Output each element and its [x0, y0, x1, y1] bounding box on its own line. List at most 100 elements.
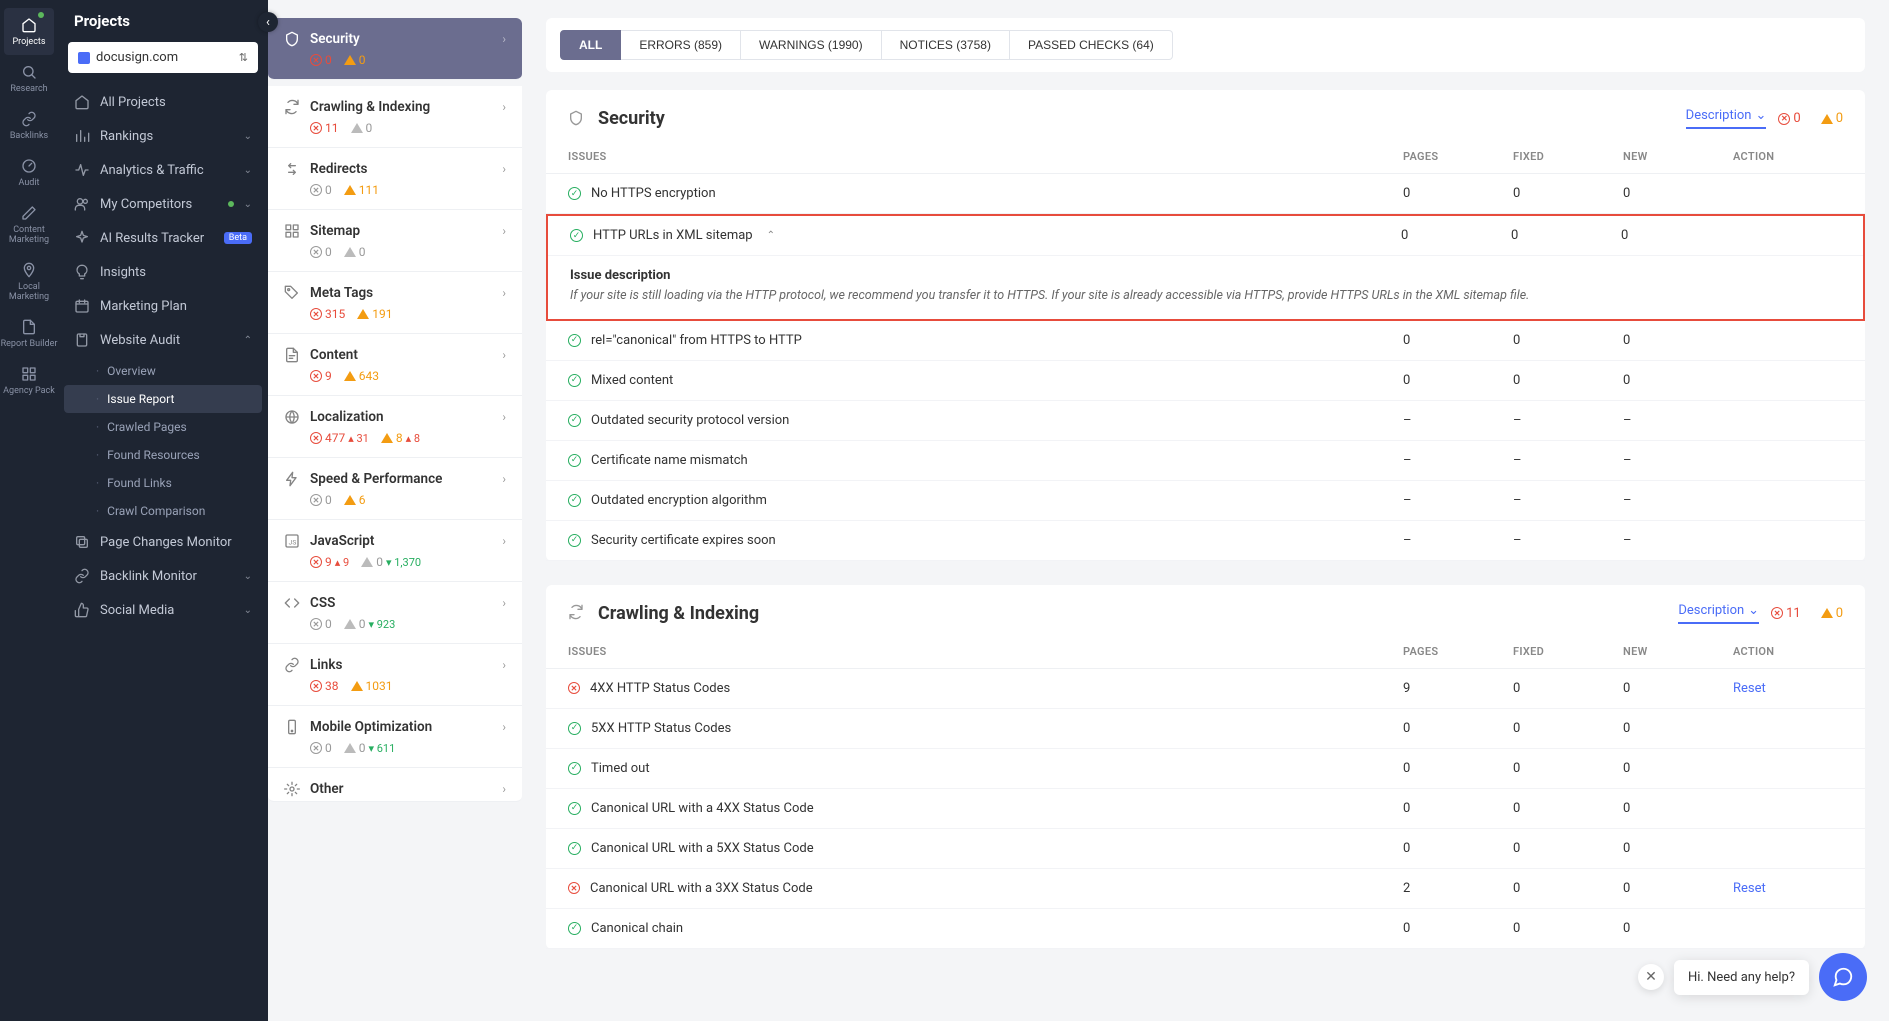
- issue-row[interactable]: ✓ Certificate name mismatch – – –: [546, 441, 1865, 481]
- issue-label: Canonical chain: [591, 921, 683, 936]
- warning-count: 8 ▴ 8: [381, 431, 420, 445]
- sidebar-collapse-button[interactable]: ‹: [258, 12, 278, 32]
- table-header: ISSUES PAGES FIXED NEW ACTION: [546, 635, 1865, 669]
- issue-row[interactable]: ✓ Timed out 0 0 0: [546, 749, 1865, 789]
- category-other[interactable]: Other ›: [268, 768, 522, 802]
- category-redirects[interactable]: Redirects › ✕0111: [268, 148, 522, 210]
- col-issues: ISSUES: [568, 645, 1403, 658]
- description-dropdown[interactable]: Description ⌄: [1686, 108, 1767, 129]
- nav-item-my-competitors[interactable]: My Competitors ⌄: [58, 187, 268, 221]
- issue-row[interactable]: ✓ Canonical URL with a 5XX Status Code 0…: [546, 829, 1865, 869]
- rail-item-content-marketing[interactable]: Content Marketing: [0, 196, 58, 253]
- issue-row[interactable]: ✓ No HTTPS encryption 0 0 0: [546, 174, 1865, 214]
- action-cell: Reset: [1733, 881, 1843, 896]
- warning-icon: [344, 495, 356, 505]
- category-javascript[interactable]: JS JavaScript › ✕9 ▴ 90 ▾ 1,370: [268, 520, 522, 582]
- link-icon: [284, 657, 300, 673]
- category-label: Other: [310, 781, 492, 797]
- category-content[interactable]: Content › ✕9643: [268, 334, 522, 396]
- category-sitemap[interactable]: Sitemap › ✕00: [268, 210, 522, 272]
- error-icon: ✕: [310, 122, 322, 134]
- category-crawling-indexing[interactable]: Crawling & Indexing › ✕110: [268, 86, 522, 148]
- issue-row[interactable]: ✕ 4XX HTTP Status Codes 9 0 0 Reset: [546, 669, 1865, 709]
- issue-row[interactable]: ✓ HTTP URLs in XML sitemap ⌃ 0 0 0: [548, 216, 1863, 256]
- reset-link[interactable]: Reset: [1733, 681, 1766, 696]
- nav-item-analytics-traffic[interactable]: Analytics & Traffic ⌄: [58, 153, 268, 187]
- project-selector[interactable]: docusign.com ⇅: [68, 42, 258, 73]
- subnav-found-resources[interactable]: Found Resources: [58, 441, 268, 469]
- chevron-right-icon: ›: [502, 534, 506, 548]
- nav-item-website-audit[interactable]: Website Audit ⌃: [58, 323, 268, 357]
- issue-row[interactable]: ✓ Security certificate expires soon – – …: [546, 521, 1865, 561]
- nav-item-backlink-monitor[interactable]: Backlink Monitor ⌄: [58, 559, 268, 593]
- chat-open-button[interactable]: [1819, 953, 1867, 1001]
- category-counts: ✕00: [268, 51, 522, 79]
- rail-item-audit[interactable]: Audit: [0, 149, 58, 196]
- issue-row[interactable]: ✓ Canonical chain 0 0 0: [546, 909, 1865, 949]
- rail-item-research[interactable]: Research: [0, 55, 58, 102]
- issue-label: Outdated encryption algorithm: [591, 493, 767, 508]
- check-icon: ✓: [568, 842, 581, 855]
- col-new: NEW: [1623, 645, 1733, 658]
- issue-row[interactable]: ✕ Canonical URL with a 3XX Status Code 2…: [546, 869, 1865, 909]
- issue-row[interactable]: ✓ Mixed content 0 0 0: [546, 361, 1865, 401]
- reset-link[interactable]: Reset: [1733, 881, 1766, 896]
- chevron-down-icon: ⌄: [244, 605, 252, 616]
- error-icon: ✕: [310, 432, 322, 444]
- filter-passed[interactable]: PASSED CHECKS (64): [1010, 30, 1173, 60]
- subnav-crawl-comparison[interactable]: Crawl Comparison: [58, 497, 268, 525]
- subnav-crawled-pages[interactable]: Crawled Pages: [58, 413, 268, 441]
- error-icon: ✕: [310, 54, 322, 66]
- pages-value: 0: [1403, 841, 1513, 856]
- category-security[interactable]: Security › ✕00: [268, 18, 522, 80]
- issue-row[interactable]: ✓ Outdated security protocol version – –…: [546, 401, 1865, 441]
- category-localization[interactable]: Localization › ✕477 ▴ 318 ▴ 8: [268, 396, 522, 458]
- rail-item-projects[interactable]: Projects: [4, 8, 54, 55]
- rail-item-local-marketing[interactable]: Local Marketing: [0, 253, 58, 310]
- category-meta-tags[interactable]: Meta Tags › ✕315191: [268, 272, 522, 334]
- filter-warnings[interactable]: WARNINGS (1990): [741, 30, 882, 60]
- category-counts: ✕9643: [268, 367, 522, 395]
- nav-item-insights[interactable]: Insights: [58, 255, 268, 289]
- issue-row[interactable]: ✓ rel="canonical" from HTTPS to HTTP 0 0…: [546, 321, 1865, 361]
- mobile-icon: [284, 719, 300, 735]
- nav-item-rankings[interactable]: Rankings ⌄: [58, 119, 268, 153]
- category-links[interactable]: Links › ✕381031: [268, 644, 522, 706]
- chat-close-button[interactable]: ✕: [1638, 964, 1664, 990]
- chevron-right-icon: ›: [502, 782, 506, 796]
- rail-item-report-builder[interactable]: Report Builder: [0, 310, 58, 357]
- category-css[interactable]: CSS › ✕00 ▾ 923: [268, 582, 522, 644]
- issue-label: HTTP URLs in XML sitemap: [593, 228, 753, 243]
- error-icon: ✕: [1778, 113, 1790, 125]
- description-dropdown[interactable]: Description ⌄: [1678, 603, 1759, 624]
- issue-row[interactable]: ✓ Outdated encryption algorithm – – –: [546, 481, 1865, 521]
- nav-item-ai-results-tracker[interactable]: AI Results Tracker Beta: [58, 221, 268, 255]
- filter-errors[interactable]: ERRORS (859): [621, 30, 741, 60]
- error-icon: ✕: [310, 556, 322, 568]
- filter-all[interactable]: ALL: [560, 30, 621, 60]
- fixed-value: 0: [1513, 373, 1623, 388]
- category-label: Security: [310, 31, 492, 47]
- gauge-icon: [20, 157, 38, 175]
- nav-item-all-projects[interactable]: All Projects: [58, 85, 268, 119]
- clip-icon: [74, 332, 90, 348]
- refresh-icon: [284, 99, 300, 115]
- nav-label: Backlink Monitor: [100, 569, 234, 584]
- subnav-issue-report[interactable]: Issue Report: [64, 385, 262, 413]
- nav-item-page-changes-monitor[interactable]: Page Changes Monitor: [58, 525, 268, 559]
- subnav-overview[interactable]: Overview: [58, 357, 268, 385]
- issue-row[interactable]: ✓ Canonical URL with a 4XX Status Code 0…: [546, 789, 1865, 829]
- rail-item-agency-pack[interactable]: Agency Pack: [0, 357, 58, 404]
- pages-value: 0: [1403, 801, 1513, 816]
- check-icon: ✓: [568, 494, 581, 507]
- nav-item-social-media[interactable]: Social Media ⌄: [58, 593, 268, 627]
- warning-icon: [361, 557, 373, 567]
- nav-item-marketing-plan[interactable]: Marketing Plan: [58, 289, 268, 323]
- rail-item-backlinks[interactable]: Backlinks: [0, 102, 58, 149]
- category-mobile-optimization[interactable]: Mobile Optimization › ✕00 ▾ 611: [268, 706, 522, 768]
- issue-row[interactable]: ✓ 5XX HTTP Status Codes 0 0 0: [546, 709, 1865, 749]
- subnav-found-links[interactable]: Found Links: [58, 469, 268, 497]
- error-count: ✕0: [310, 493, 332, 507]
- filter-notices[interactable]: NOTICES (3758): [882, 30, 1010, 60]
- category-speed-performance[interactable]: Speed & Performance › ✕06: [268, 458, 522, 520]
